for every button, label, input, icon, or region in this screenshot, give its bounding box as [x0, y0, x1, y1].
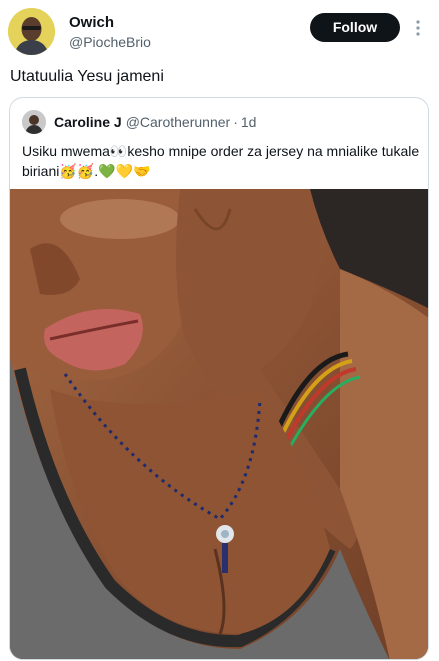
author-handle[interactable]: @PiocheBrio — [69, 33, 151, 51]
quote-author-name[interactable]: Caroline J — [54, 114, 122, 130]
author-info: Owich @PiocheBrio — [69, 14, 151, 51]
avatar-image — [8, 8, 55, 55]
more-vertical-icon[interactable] — [412, 18, 424, 38]
quoted-post[interactable]: Caroline J @Carotherunner · 1d Usiku mwe… — [9, 97, 429, 660]
author-name[interactable]: Owich — [69, 14, 151, 32]
post-header: Owich @PiocheBrio Follow — [8, 8, 431, 58]
separator-dot: · — [233, 114, 238, 130]
follow-button[interactable]: Follow — [310, 13, 400, 42]
quote-photo[interactable] — [10, 189, 428, 659]
author-avatar[interactable] — [8, 8, 55, 55]
quote-avatar-image — [22, 110, 46, 134]
quote-text: Usiku mwema👀kesho mnipe order za jersey … — [22, 143, 420, 179]
quote-author-avatar[interactable] — [22, 110, 46, 134]
post-text: Utatuulia Yesu jameni — [10, 68, 164, 85]
quote-timestamp[interactable]: 1d — [241, 114, 257, 130]
quote-author-handle[interactable]: @Carotherunner — [126, 114, 231, 130]
photo-woman-necklace-bracelet — [10, 189, 428, 659]
quote-header: Caroline J @Carotherunner · 1d — [22, 109, 256, 135]
